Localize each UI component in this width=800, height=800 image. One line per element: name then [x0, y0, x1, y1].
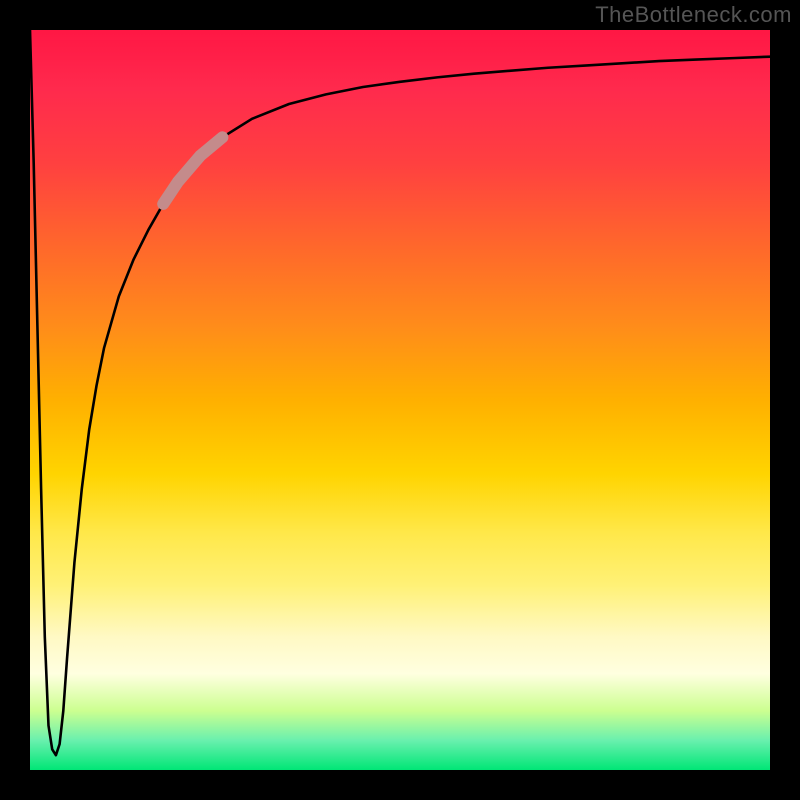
curve-svg — [30, 30, 770, 770]
highlight-segment — [163, 137, 222, 204]
plot-area — [30, 30, 770, 770]
main-curve — [30, 30, 770, 755]
chart-container: TheBottleneck.com — [0, 0, 800, 800]
watermark-text: TheBottleneck.com — [595, 2, 792, 28]
